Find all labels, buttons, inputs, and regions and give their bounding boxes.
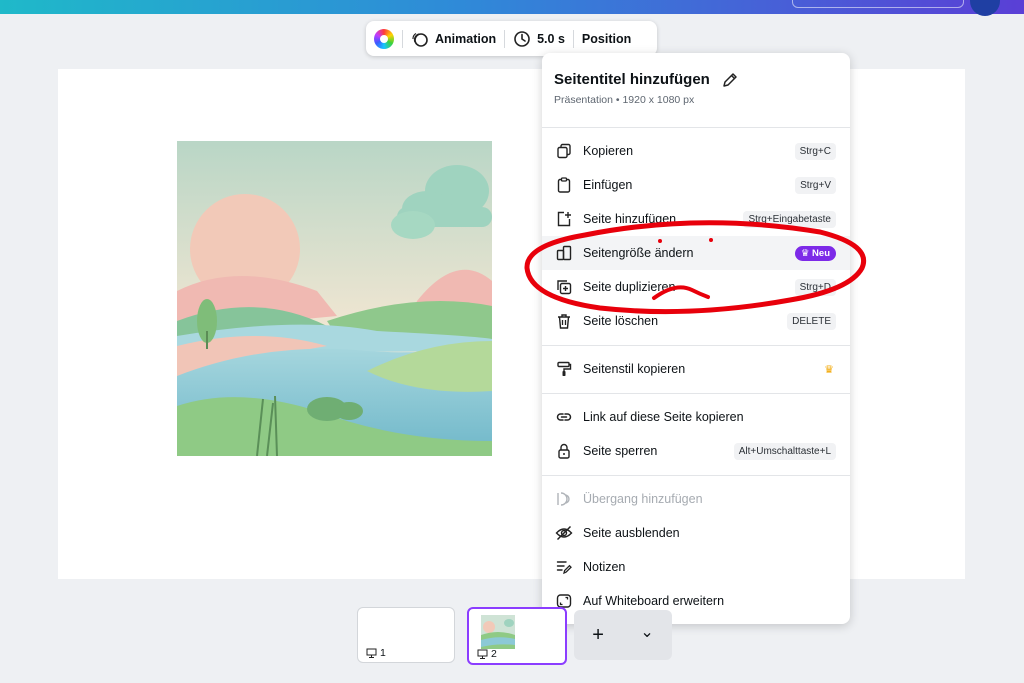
position-button[interactable]: Position — [574, 21, 639, 56]
menu-item-label: Kopieren — [583, 144, 634, 158]
new-badge-text: Neu — [812, 247, 830, 259]
menu-header: Seitentitel hinzufügen Präsentation • 19… — [554, 71, 838, 106]
shortcut-badge: Strg+Eingabetaste — [743, 210, 836, 228]
top-header-bar — [0, 0, 1024, 16]
page-number-text: 1 — [380, 647, 386, 659]
page-toolbar: Animation 5.0 s Position — [366, 21, 657, 56]
menu-item-label: Einfügen — [583, 178, 633, 192]
menu-item-seitenstil-kopieren[interactable]: Seitenstil kopieren ♛ — [542, 352, 850, 386]
color-button[interactable] — [366, 21, 402, 56]
menu-item-label: Notizen — [583, 560, 626, 574]
menu-item-uebergang-hinzufuegen: Übergang hinzufügen — [542, 482, 850, 516]
menu-item-notizen[interactable]: Notizen — [542, 550, 850, 584]
page-number: 1 — [366, 647, 386, 659]
avatar[interactable] — [970, 0, 1000, 16]
menu-item-label: Link auf diese Seite kopieren — [583, 410, 744, 424]
shortcut-badge: Alt+Umschalttaste+L — [733, 442, 836, 460]
page-number-text: 2 — [491, 648, 497, 660]
page-thumbnail-2[interactable]: 2 — [467, 607, 567, 665]
paste-icon — [555, 176, 573, 194]
clock-icon — [514, 30, 530, 47]
pencil-icon[interactable] — [722, 72, 738, 88]
menu-item-seite-loeschen[interactable]: Seite löschen DELETE — [542, 304, 850, 338]
lock-icon — [555, 442, 573, 460]
menu-item-einfuegen[interactable]: Einfügen Strg+V — [542, 168, 850, 202]
menu-item-label: Seitengröße ändern — [583, 246, 694, 260]
new-badge: ♛ Neu — [794, 245, 836, 261]
chevron-down-icon[interactable]: ⌄ — [640, 622, 653, 642]
shortcut-badge: Strg+C — [794, 142, 836, 160]
menu-divider — [542, 127, 850, 128]
page-thumbnail-1[interactable]: 1 — [357, 607, 455, 663]
menu-item-seite-duplizieren[interactable]: Seite duplizieren Strg+D — [542, 270, 850, 304]
animation-label: Animation — [435, 31, 497, 46]
duration-label: 5.0 s — [537, 31, 565, 46]
add-page-button[interactable]: + — [592, 624, 604, 647]
menu-item-link-kopieren[interactable]: Link auf diese Seite kopieren — [542, 400, 850, 434]
menu-item-label: Seite löschen — [583, 314, 659, 328]
page-size-info: Präsentation • 1920 x 1080 px — [554, 94, 695, 106]
thumbnail-image — [481, 615, 515, 649]
menu-item-seite-hinzufuegen[interactable]: Seite hinzufügen Strg+Eingabetaste — [542, 202, 850, 236]
animation-icon — [412, 32, 428, 47]
menu-divider — [542, 393, 850, 394]
crown-icon: ♛ — [824, 363, 834, 376]
menu-item-seitengroesse-aendern[interactable]: Seitengröße ändern ♛ Neu — [542, 236, 850, 270]
transition-icon — [555, 490, 573, 508]
shortcut-badge: Strg+D — [794, 278, 836, 296]
page-number: 2 — [477, 648, 497, 660]
menu-item-seite-sperren[interactable]: Seite sperren Alt+Umschalttaste+L — [542, 434, 850, 468]
page-title: Seitentitel hinzufügen — [554, 71, 710, 88]
menu-item-label: Seite duplizieren — [583, 280, 676, 294]
presentation-icon — [366, 648, 377, 658]
page-context-menu: Seitentitel hinzufügen Präsentation • 19… — [542, 53, 850, 624]
page-title-row[interactable]: Seitentitel hinzufügen — [554, 71, 838, 88]
menu-item-label: Seite ausblenden — [583, 526, 680, 540]
copy-icon — [555, 142, 573, 160]
notes-icon — [555, 558, 573, 576]
duplicate-icon — [555, 278, 573, 296]
color-wheel-icon — [374, 28, 394, 49]
menu-item-label: Seite hinzufügen — [583, 212, 677, 226]
menu-item-seite-ausblenden[interactable]: Seite ausblenden — [542, 516, 850, 550]
search-box[interactable] — [792, 0, 964, 8]
add-page-icon — [555, 210, 573, 228]
paint-roller-icon — [555, 360, 573, 378]
menu-item-label: Übergang hinzufügen — [583, 492, 703, 506]
landscape-illustration[interactable] — [177, 141, 492, 456]
animation-button[interactable]: Animation — [403, 21, 504, 56]
resize-icon — [555, 244, 573, 262]
menu-item-label: Seitenstil kopieren — [583, 362, 686, 376]
add-page-control: + ⌄ — [574, 610, 672, 660]
menu-item-label: Seite sperren — [583, 444, 658, 458]
shortcut-badge: Strg+V — [795, 176, 836, 194]
presentation-icon — [477, 649, 488, 659]
menu-divider — [542, 345, 850, 346]
link-icon — [555, 408, 573, 426]
menu-item-kopieren[interactable]: Kopieren Strg+C — [542, 134, 850, 168]
shortcut-badge: DELETE — [787, 312, 836, 330]
eye-off-icon — [555, 524, 573, 542]
duration-button[interactable]: 5.0 s — [505, 21, 573, 56]
trash-icon — [555, 312, 573, 330]
menu-divider — [542, 475, 850, 476]
position-label: Position — [581, 31, 632, 46]
menu-item-label: Auf Whiteboard erweitern — [583, 594, 725, 608]
